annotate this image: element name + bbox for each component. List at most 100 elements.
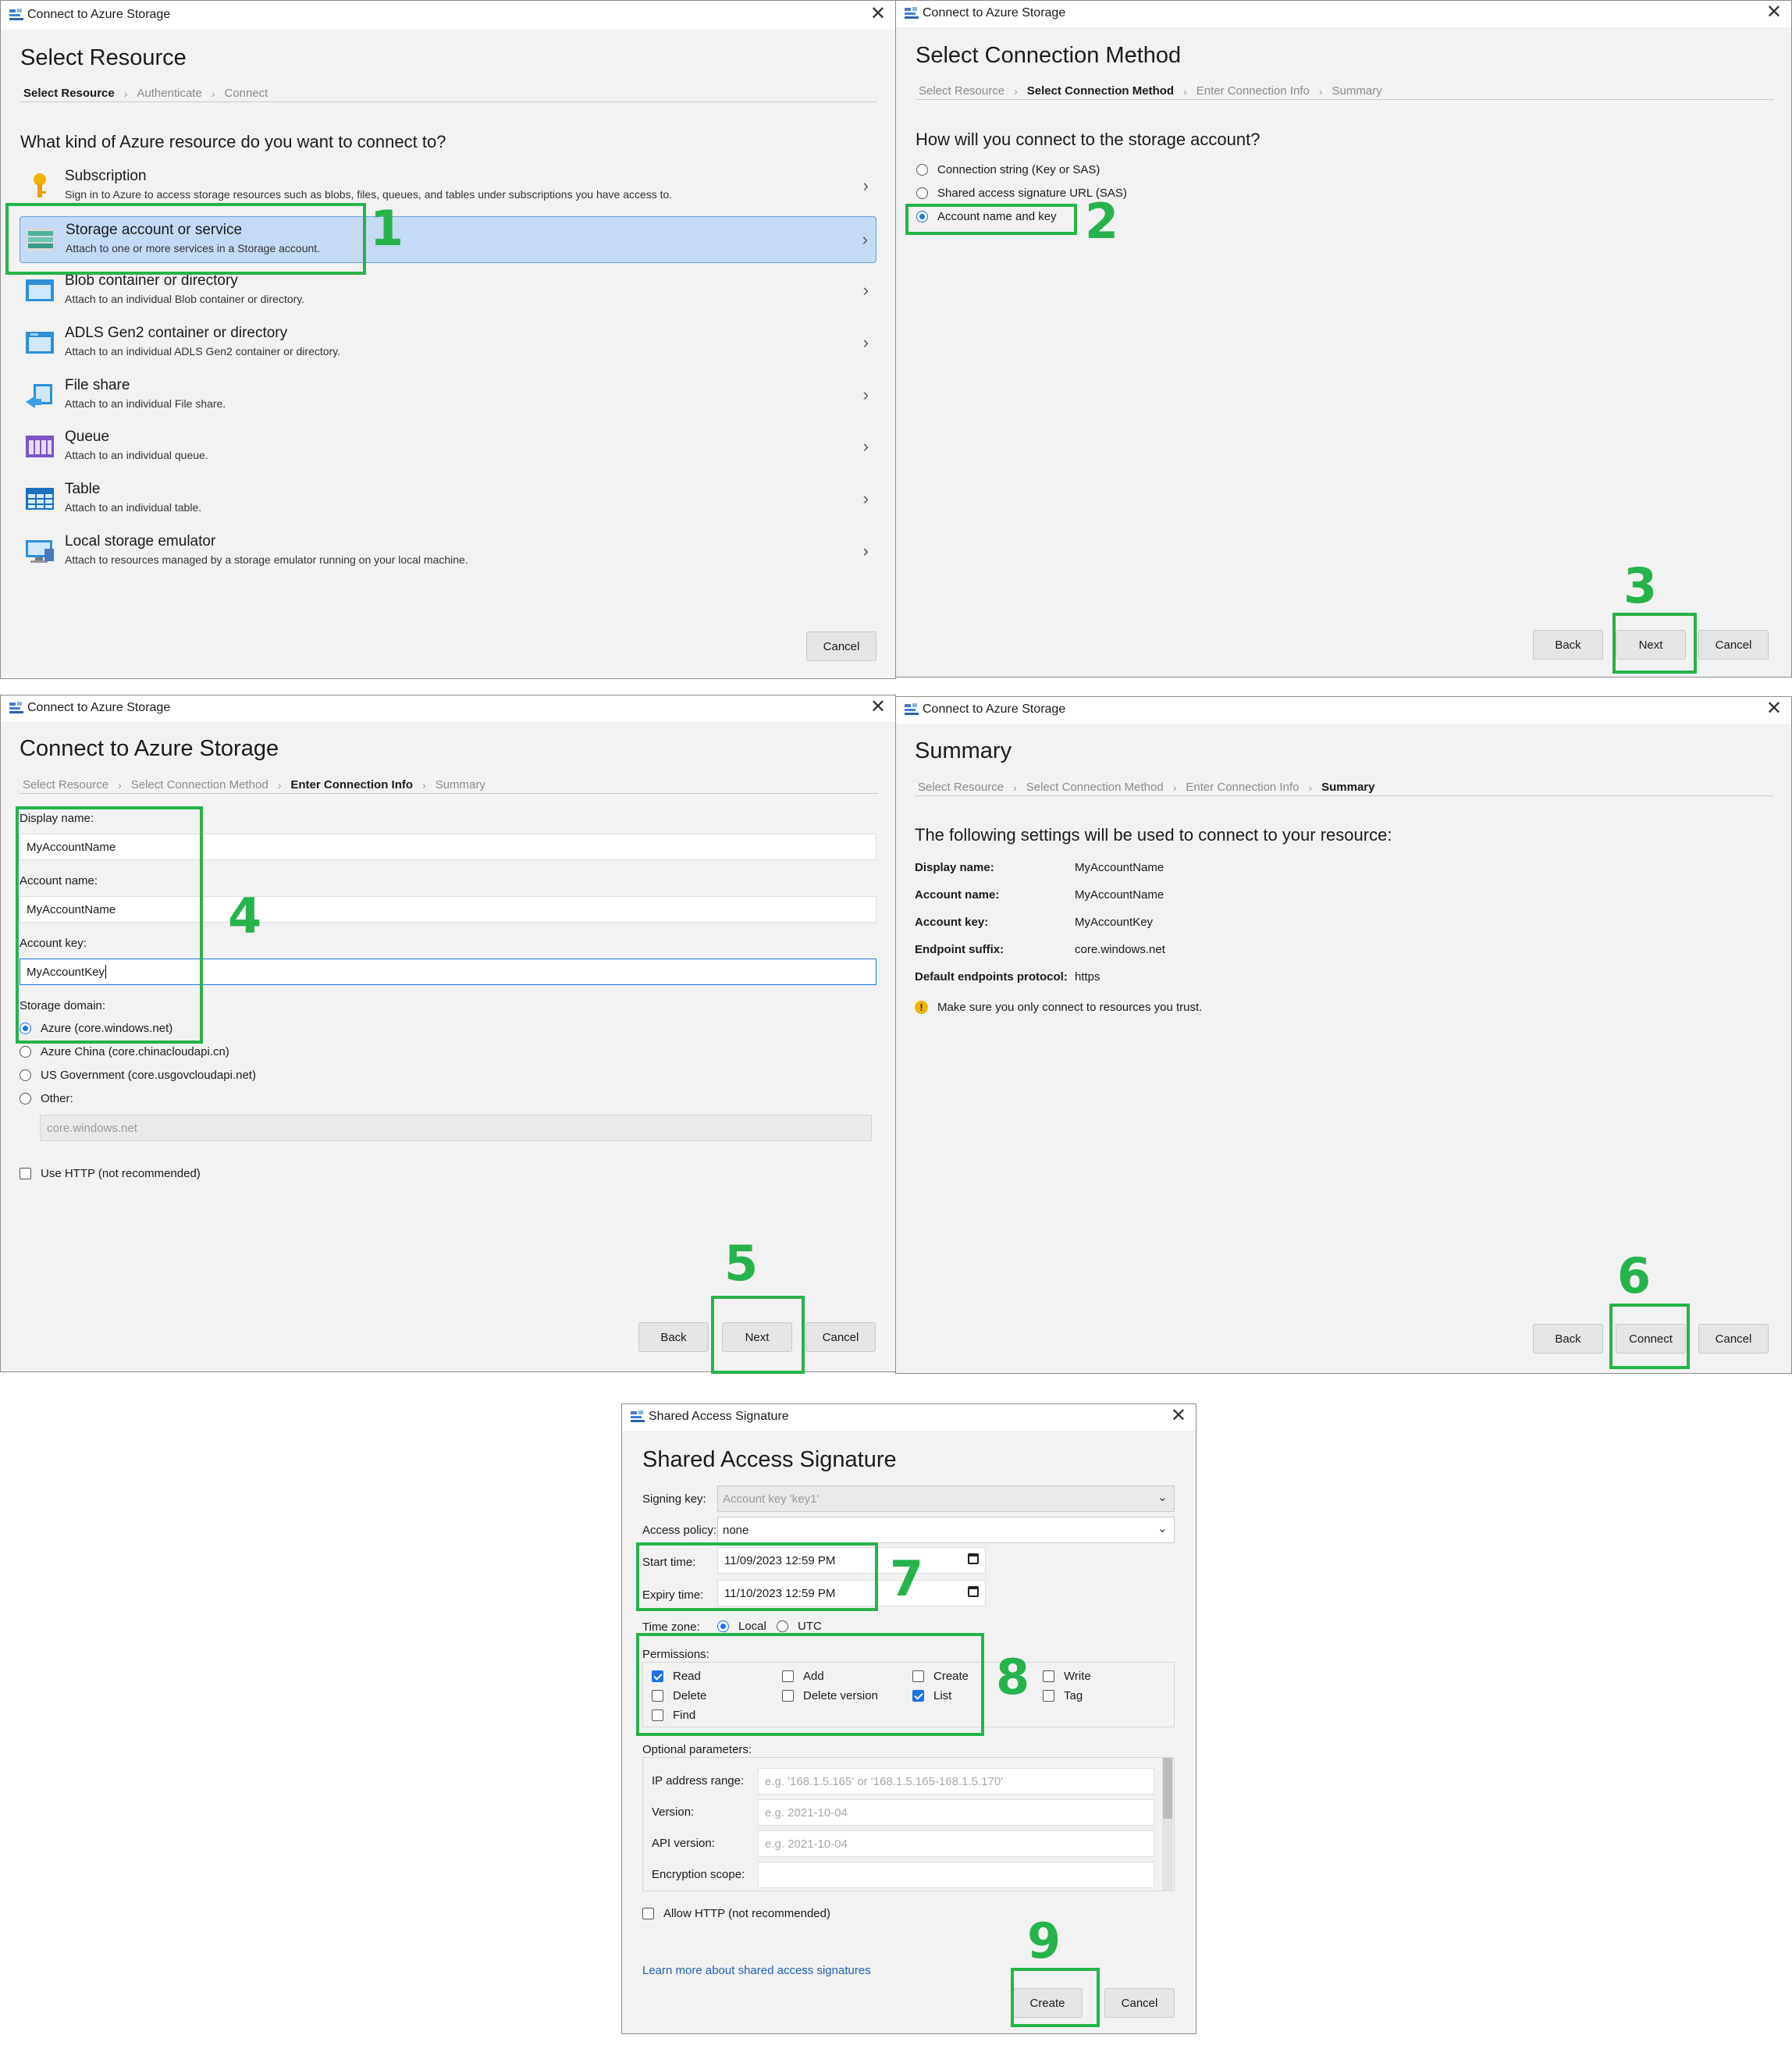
- cancel-button[interactable]: Cancel: [1104, 1988, 1175, 2018]
- radio-label: Other:: [41, 1092, 73, 1105]
- calendar-icon[interactable]: [968, 1586, 979, 1597]
- breadcrumb: Select Resource › Select Connection Metho…: [915, 779, 1773, 796]
- summary-key: Default endpoints protocol:: [915, 970, 1068, 984]
- page-title: Select Connection Method: [916, 43, 1182, 68]
- radio-label: UTC: [798, 1620, 822, 1633]
- breadcrumb-item: Select Connection Method: [1026, 781, 1164, 794]
- cancel-button[interactable]: Cancel: [806, 631, 876, 661]
- cancel-button[interactable]: Cancel: [1698, 1324, 1769, 1354]
- resource-option-adls-container[interactable]: ADLS Gen2 container or directory Attach …: [20, 320, 876, 367]
- resource-title: File share: [65, 377, 130, 393]
- breadcrumb-item: Authenticate: [137, 87, 202, 100]
- close-icon[interactable]: ✕: [1766, 699, 1782, 719]
- resource-description: Attach to an individual File share.: [65, 397, 226, 410]
- breadcrumb-item: Select Resource: [918, 781, 1004, 794]
- radio-connection-string[interactable]: Connection string (Key or SAS): [916, 163, 1100, 176]
- checkbox[interactable]: [1043, 1690, 1054, 1702]
- radio-button[interactable]: [916, 187, 928, 199]
- page-title: Shared Access Signature: [642, 1447, 897, 1472]
- checkbox[interactable]: [642, 1908, 654, 1919]
- chevron-right-icon: ›: [862, 541, 869, 560]
- resource-option-blob-container[interactable]: Blob container or directory Attach to an…: [20, 268, 876, 315]
- close-icon[interactable]: ✕: [870, 697, 886, 717]
- version-input[interactable]: e.g. 2021-10-04: [758, 1799, 1154, 1826]
- chevron-right-icon: ›: [862, 176, 869, 195]
- radio-button[interactable]: [20, 1093, 31, 1105]
- summary-intro: The following settings will be used to c…: [915, 825, 1392, 845]
- step-2-highlight: [905, 204, 1077, 235]
- breadcrumb-item: Summary: [1321, 781, 1375, 794]
- resource-option-table[interactable]: Table Attach to an individual table. ›: [20, 476, 876, 523]
- close-icon[interactable]: ✕: [870, 4, 886, 24]
- resource-description: Attach to an individual queue.: [65, 449, 208, 461]
- back-button[interactable]: Back: [1533, 630, 1603, 660]
- step-2-number: 2: [1085, 193, 1119, 250]
- allow-http-checkbox[interactable]: Allow HTTP (not recommended): [642, 1907, 830, 1920]
- chevron-right-icon: ›: [862, 436, 869, 456]
- back-button[interactable]: Back: [1533, 1324, 1603, 1354]
- radio-label: Azure China (core.chinacloudapi.cn): [41, 1045, 229, 1058]
- other-domain-field[interactable]: core.windows.net: [40, 1115, 872, 1141]
- chevron-right-icon: ›: [123, 87, 128, 100]
- step-3-highlight: [1612, 613, 1697, 674]
- scrollbar[interactable]: [1162, 1758, 1173, 1891]
- checkbox[interactable]: [20, 1168, 31, 1179]
- radio-domain-other[interactable]: Other:: [20, 1092, 73, 1105]
- radio-label: Connection string (Key or SAS): [937, 163, 1100, 176]
- close-icon[interactable]: ✕: [1766, 2, 1782, 23]
- resource-description: Attach to an individual Blob container o…: [65, 293, 305, 305]
- api-version-input[interactable]: e.g. 2021-10-04: [758, 1830, 1154, 1857]
- radio-button[interactable]: [717, 1620, 729, 1632]
- encryption-scope-input[interactable]: [758, 1862, 1154, 1888]
- step-4-highlight: [16, 806, 203, 1044]
- window-title: Connect to Azure Storage: [923, 703, 1066, 716]
- radio-button[interactable]: [916, 164, 928, 176]
- step-8-number: 8: [996, 1649, 1030, 1706]
- resource-option-local-emulator[interactable]: Local storage emulator Attach to resourc…: [20, 528, 876, 575]
- breadcrumb-item: Summary: [435, 778, 485, 791]
- signing-key-select[interactable]: Account key 'key1' ⌄: [717, 1485, 1175, 1512]
- ip-range-input[interactable]: e.g. '168.1.5.165' or '168.1.5.165-168.1…: [758, 1768, 1154, 1795]
- breadcrumb-item: Select Connection Method: [1026, 84, 1175, 98]
- chevron-right-icon: ›: [862, 489, 869, 508]
- step-1-number: 1: [370, 200, 404, 257]
- cancel-button[interactable]: Cancel: [1698, 630, 1769, 660]
- summary-value: MyAccountName: [1075, 861, 1164, 874]
- resource-description: Sign in to Azure to access storage resou…: [65, 188, 673, 201]
- resource-option-file-share[interactable]: File share Attach to an individual File …: [20, 372, 876, 419]
- time-zone-label: Time zone:: [642, 1620, 700, 1634]
- radio-button[interactable]: [20, 1046, 31, 1058]
- radio-button[interactable]: [20, 1069, 31, 1081]
- checkbox[interactable]: [1043, 1670, 1054, 1682]
- breadcrumb-item: Select Resource: [23, 87, 115, 100]
- resource-title: ADLS Gen2 container or directory: [65, 325, 288, 341]
- page-title: Connect to Azure Storage: [20, 736, 279, 761]
- learn-more-link[interactable]: Learn more about shared access signature…: [642, 1964, 871, 1977]
- dialog-select-connection-method: Connect to Azure Storage ✕ Select Connec…: [895, 0, 1792, 678]
- back-button[interactable]: Back: [638, 1322, 709, 1352]
- close-icon[interactable]: ✕: [1171, 1406, 1186, 1426]
- access-policy-label: Access policy:: [642, 1524, 717, 1537]
- chevron-right-icon: ›: [1183, 84, 1187, 98]
- radio-tz-utc[interactable]: UTC: [777, 1620, 822, 1633]
- calendar-icon[interactable]: [968, 1553, 979, 1564]
- chevron-down-icon: ⌄: [1157, 1522, 1168, 1535]
- radio-domain-usgov[interactable]: US Government (core.usgovcloudapi.net): [20, 1069, 256, 1082]
- access-policy-select[interactable]: none ⌄: [717, 1517, 1175, 1543]
- resource-option-queue[interactable]: Queue Attach to an individual queue. ›: [20, 424, 876, 471]
- trust-warning: ! Make sure you only connect to resource…: [915, 1001, 1202, 1014]
- radio-label: Local: [738, 1620, 766, 1633]
- perm-tag[interactable]: Tag: [1043, 1689, 1083, 1702]
- cancel-button[interactable]: Cancel: [805, 1322, 876, 1352]
- perm-write[interactable]: Write: [1043, 1670, 1091, 1683]
- radio-domain-china[interactable]: Azure China (core.chinacloudapi.cn): [20, 1045, 229, 1058]
- title-bar: Connect to Azure Storage ✕: [896, 697, 1791, 724]
- use-http-checkbox[interactable]: Use HTTP (not recommended): [20, 1167, 201, 1180]
- radio-tz-local[interactable]: Local: [717, 1620, 766, 1633]
- summary-key: Endpoint suffix:: [915, 943, 1004, 956]
- chevron-right-icon: ›: [1308, 781, 1313, 794]
- radio-button[interactable]: [777, 1620, 788, 1632]
- breadcrumb-item: Connect: [224, 87, 268, 100]
- scrollbar-thumb[interactable]: [1163, 1758, 1172, 1819]
- summary-key: Account name:: [915, 888, 1000, 902]
